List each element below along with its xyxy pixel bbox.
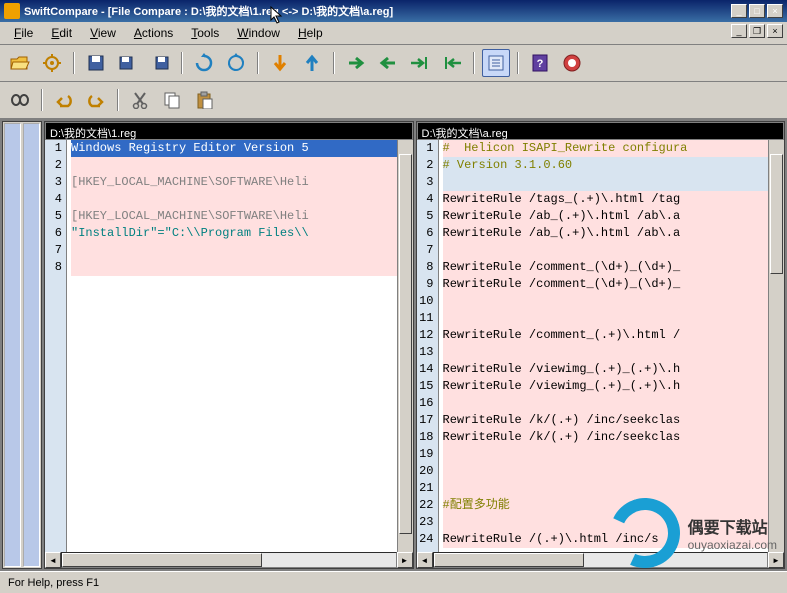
menu-view[interactable]: View	[82, 24, 124, 42]
svg-text:?: ?	[537, 58, 544, 70]
mdi-restore-button[interactable]: ❐	[749, 24, 765, 38]
separator	[117, 89, 119, 111]
mdi-minimize-button[interactable]: _	[731, 24, 747, 38]
left-code[interactable]: Windows Registry Editor Version 5 [HKEY_…	[67, 140, 397, 552]
toolbar-main: ?	[0, 45, 787, 82]
minimize-button[interactable]: _	[731, 4, 747, 18]
copy-button[interactable]	[158, 86, 186, 114]
separator	[41, 89, 43, 111]
separator	[517, 52, 519, 74]
save-left-button[interactable]	[114, 49, 142, 77]
save-all-button[interactable]	[82, 49, 110, 77]
workspace: D:\我的文档\1.reg 1 2 3 4 5 6 7 8 Windows Re…	[0, 119, 787, 571]
left-hscroll[interactable]: ◄ ►	[45, 552, 413, 568]
overview-right	[23, 123, 40, 567]
left-pane: D:\我的文档\1.reg 1 2 3 4 5 6 7 8 Windows Re…	[44, 121, 414, 569]
refresh-all-button[interactable]	[222, 49, 250, 77]
menu-edit[interactable]: Edit	[43, 24, 80, 42]
undo-button[interactable]	[50, 86, 78, 114]
close-button[interactable]: ×	[767, 4, 783, 18]
separator	[257, 52, 259, 74]
scroll-right-icon[interactable]: ►	[397, 552, 413, 568]
copy-to-right-button[interactable]	[342, 49, 370, 77]
redo-button[interactable]	[82, 86, 110, 114]
statusbar: For Help, press F1	[0, 571, 787, 593]
save-right-button[interactable]	[146, 49, 174, 77]
copy-all-right-button[interactable]	[406, 49, 434, 77]
copy-to-left-button[interactable]	[374, 49, 402, 77]
mdi-close-button[interactable]: ×	[767, 24, 783, 38]
cut-button[interactable]	[126, 86, 154, 114]
menu-actions[interactable]: Actions	[126, 24, 181, 42]
copy-all-left-button[interactable]	[438, 49, 466, 77]
toolbar-edit	[0, 82, 787, 119]
left-vscroll[interactable]	[397, 140, 413, 552]
scroll-right-icon[interactable]: ►	[768, 552, 784, 568]
right-pane: D:\我的文档\a.reg 1 2 3 4 5 6 7 8 9 10 11 12…	[416, 121, 786, 569]
paste-button[interactable]	[190, 86, 218, 114]
overview-left	[4, 123, 21, 567]
titlebar: SwiftCompare - [File Compare : D:\我的文档\1…	[0, 0, 787, 22]
separator	[473, 52, 475, 74]
prev-diff-button[interactable]	[298, 49, 326, 77]
right-vscroll[interactable]	[768, 140, 784, 552]
find-button[interactable]	[6, 86, 34, 114]
titlebar-text: SwiftCompare - [File Compare : D:\我的文档\1…	[24, 3, 731, 19]
maximize-button[interactable]: □	[749, 4, 765, 18]
menubar: File Edit View Actions Tools Window Help…	[0, 22, 787, 45]
right-pane-path: D:\我的文档\a.reg	[417, 122, 785, 140]
menu-tools[interactable]: Tools	[183, 24, 227, 42]
separator	[181, 52, 183, 74]
left-gutter: 1 2 3 4 5 6 7 8	[45, 140, 67, 552]
help-button[interactable]: ?	[526, 49, 554, 77]
scroll-left-icon[interactable]: ◄	[417, 552, 433, 568]
settings-button[interactable]	[38, 49, 66, 77]
menu-window[interactable]: Window	[229, 24, 288, 42]
separator	[73, 52, 75, 74]
menu-help[interactable]: Help	[290, 24, 331, 42]
right-gutter: 1 2 3 4 5 6 7 8 9 10 11 12 13 14 15 16 1…	[417, 140, 439, 552]
app-icon	[4, 3, 20, 19]
view-mode-button[interactable]	[482, 49, 510, 77]
left-pane-path: D:\我的文档\1.reg	[45, 122, 413, 140]
overview-strip[interactable]	[2, 121, 42, 569]
status-text: For Help, press F1	[8, 577, 99, 589]
scroll-left-icon[interactable]: ◄	[45, 552, 61, 568]
open-button[interactable]	[6, 49, 34, 77]
menu-file[interactable]: File	[6, 24, 41, 42]
next-diff-button[interactable]	[266, 49, 294, 77]
refresh-button[interactable]	[190, 49, 218, 77]
right-code[interactable]: # Helicon ISAPI_Rewrite configura # Vers…	[439, 140, 769, 552]
right-hscroll[interactable]: ◄ ►	[417, 552, 785, 568]
about-button[interactable]	[558, 49, 586, 77]
separator	[333, 52, 335, 74]
